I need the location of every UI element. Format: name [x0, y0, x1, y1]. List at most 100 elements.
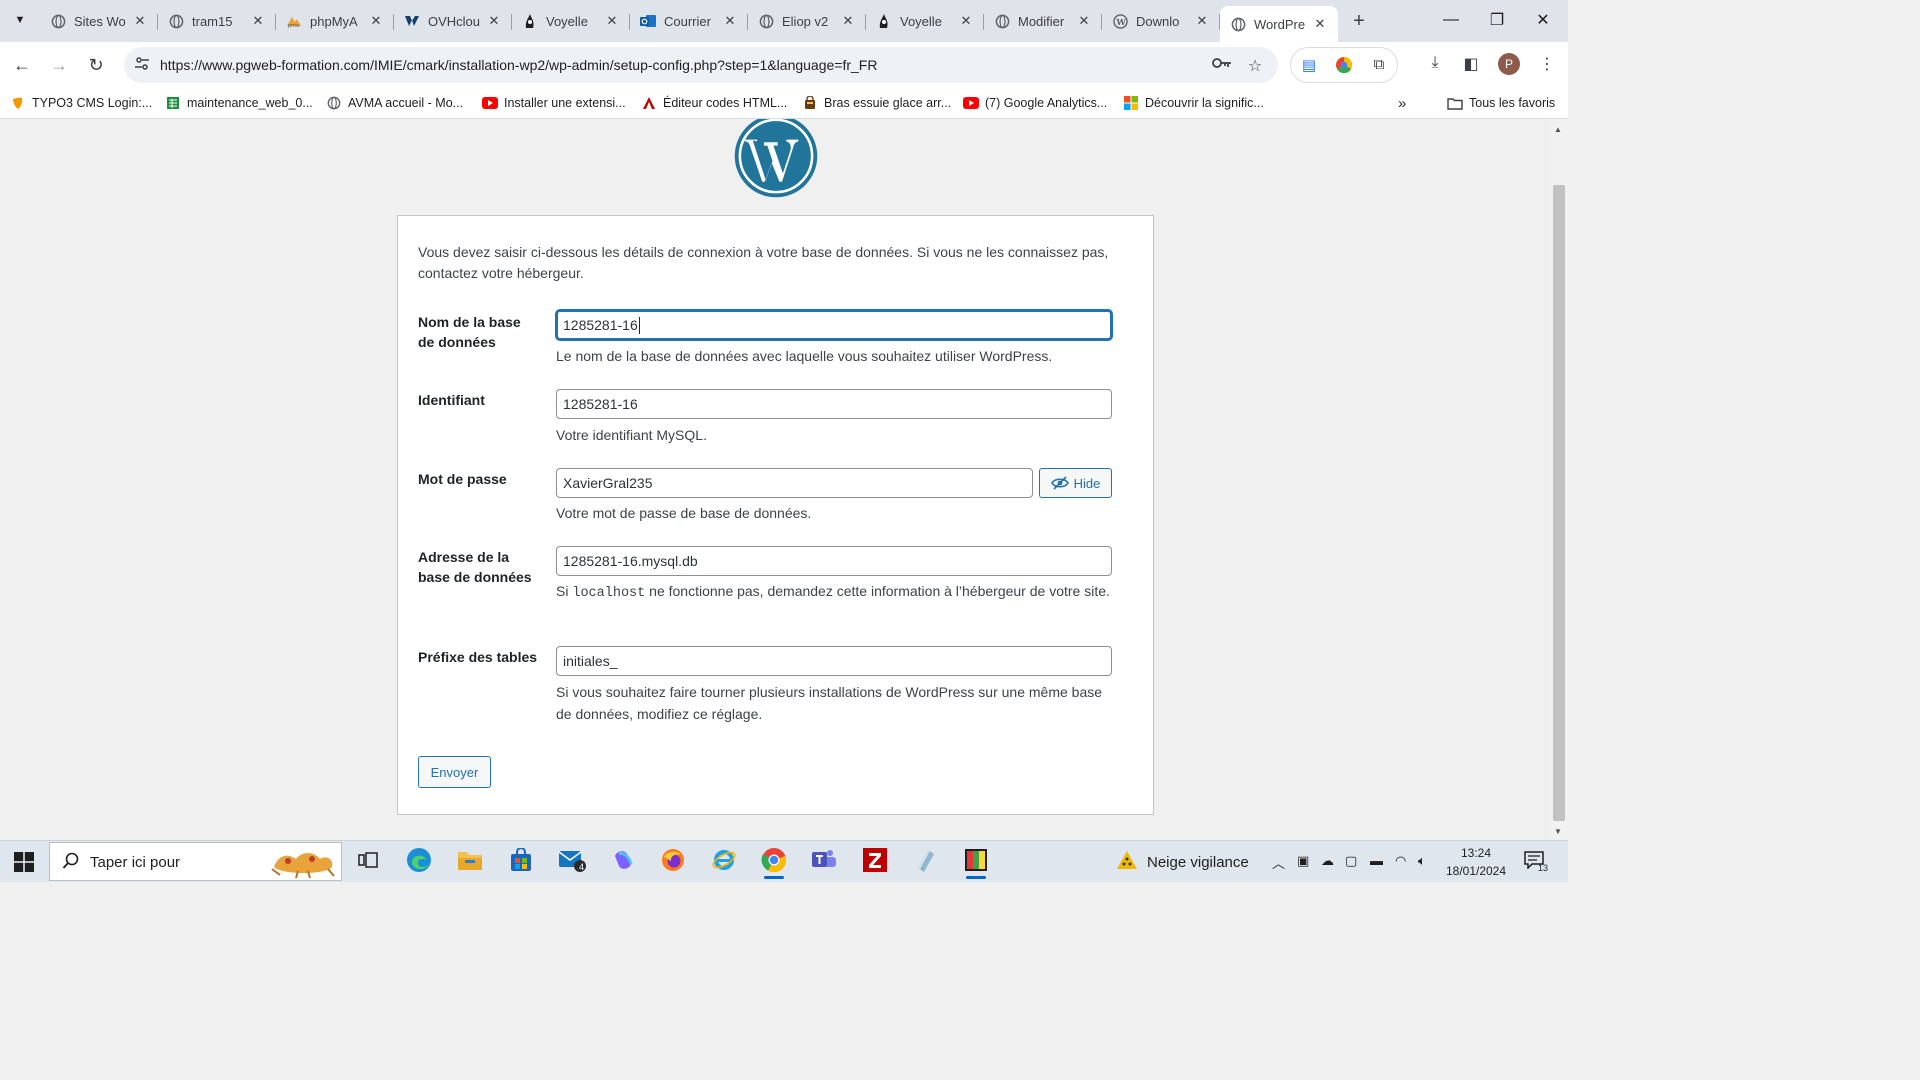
notepad-app[interactable] — [908, 845, 944, 879]
plus-icon: + — [1353, 9, 1365, 32]
system-clock[interactable]: 13:24 18/01/2024 — [1440, 844, 1512, 880]
close-window-button[interactable]: ✕ — [1520, 0, 1566, 40]
onedrive-icon[interactable]: ☁ — [1321, 853, 1334, 869]
tab-eliop[interactable]: Eliop v2 ✕ — [748, 6, 866, 36]
close-icon[interactable]: ✕ — [958, 13, 974, 29]
site-info-icon[interactable] — [134, 56, 152, 74]
windows-start-icon[interactable] — [14, 852, 34, 872]
bookmark-item[interactable]: AVMA accueil - Mo... — [326, 94, 463, 112]
password-label: Mot de passe — [418, 471, 507, 487]
weather-widget[interactable]: Neige vigilance — [1116, 849, 1249, 875]
close-icon[interactable]: ✕ — [1076, 13, 1092, 29]
close-icon[interactable]: ✕ — [368, 13, 384, 29]
bookmarks-bar: TYPO3 CMS Login:... maintenance_web_0...… — [0, 88, 1568, 119]
bookmark-item[interactable]: Éditeur codes HTML... — [641, 94, 787, 112]
dbhost-input[interactable]: 1285281-16.mysql.db — [556, 546, 1112, 576]
bookmark-item[interactable]: Découvrir la signific... — [1123, 94, 1264, 112]
back-button[interactable]: ← — [8, 51, 36, 79]
firefox-app[interactable] — [655, 845, 691, 879]
page-scrollbar[interactable]: ▲ ▼ — [1550, 119, 1568, 840]
close-icon[interactable]: ✕ — [250, 13, 266, 29]
key-icon[interactable] — [1212, 56, 1232, 76]
color-app[interactable] — [958, 845, 994, 879]
close-icon[interactable]: ✕ — [1194, 13, 1210, 29]
edge-app[interactable] — [401, 845, 437, 879]
tab-download[interactable]: W Downlo ✕ — [1102, 6, 1220, 36]
hide-password-button[interactable]: Hide — [1039, 468, 1112, 498]
store-app[interactable] — [503, 845, 539, 879]
bookmark-item[interactable]: TYPO3 CMS Login:... — [10, 94, 152, 112]
tab-voyelle-1[interactable]: Voyelle ✕ — [512, 6, 630, 36]
translate-extension-icon[interactable]: ▤ — [1299, 56, 1319, 76]
reload-button[interactable]: ↻ — [82, 51, 110, 79]
speaker-icon[interactable]: 🔈︎ — [1418, 853, 1426, 869]
tab-courrier[interactable]: Courrier ✕ — [630, 6, 748, 36]
side-panel-icon[interactable]: ◧ — [1460, 54, 1482, 76]
url-text[interactable]: https://www.pgweb-formation.com/IMIE/cma… — [160, 57, 877, 73]
display-icon[interactable]: ▢ — [1345, 853, 1357, 869]
bookmark-item[interactable]: maintenance_web_0... — [165, 94, 313, 112]
notification-center-button[interactable]: 13 — [1524, 851, 1550, 873]
minimize-button[interactable]: — — [1428, 0, 1474, 40]
tab-modifier[interactable]: Modifier ✕ — [984, 6, 1102, 36]
tab-title: Eliop v2 — [782, 13, 829, 29]
taskbar-search-box[interactable]: Taper ici pour — [49, 842, 342, 881]
password-input[interactable]: XavierGral235 — [556, 468, 1033, 498]
bookmark-item[interactable]: (7) Google Analytics... — [963, 94, 1107, 112]
menu-dots-icon[interactable]: ⋮ — [1536, 54, 1558, 76]
restore-button[interactable]: ❐ — [1474, 0, 1520, 40]
puzzle-icon[interactable]: ⧉ — [1369, 56, 1389, 76]
wifi-icon[interactable]: ◠ — [1395, 853, 1406, 869]
tab-tram15[interactable]: tram15 ✕ — [158, 6, 276, 36]
prefix-value: initiales_ — [563, 653, 618, 669]
folder-icon — [1447, 95, 1463, 111]
forward-button[interactable]: → — [45, 51, 73, 79]
wordpress-logo-icon[interactable] — [733, 119, 819, 199]
more-bookmarks-button[interactable]: » — [1398, 94, 1406, 112]
scroll-down-icon[interactable]: ▼ — [1554, 827, 1562, 836]
download-icon[interactable]: ⤓ — [1424, 54, 1446, 76]
chevron-up-icon[interactable]: ︿ — [1272, 853, 1285, 872]
internet-explorer-app[interactable] — [706, 845, 742, 879]
close-icon[interactable]: ✕ — [840, 13, 856, 29]
file-explorer-app[interactable] — [452, 845, 488, 879]
teams-app[interactable] — [806, 845, 842, 879]
close-icon[interactable]: ✕ — [604, 13, 620, 29]
address-bar[interactable]: https://www.pgweb-formation.com/IMIE/cma… — [124, 47, 1278, 83]
tab-phpmyadmin[interactable]: pma phpMyA ✕ — [276, 6, 394, 36]
meet-now-icon[interactable]: ▣ — [1297, 853, 1309, 869]
dbname-input[interactable]: 1285281-16 — [556, 310, 1112, 340]
chevron-double-right-icon: » — [1398, 94, 1407, 112]
new-tab-button[interactable]: + — [1344, 6, 1374, 36]
chrome-app[interactable] — [756, 845, 792, 879]
battery-icon[interactable]: ▬ — [1370, 853, 1383, 868]
tab-ovhcloud[interactable]: OVHclou ✕ — [394, 6, 512, 36]
chevron-down-icon: ▼ — [14, 14, 26, 26]
star-icon[interactable]: ☆ — [1245, 56, 1265, 76]
tab-search-button[interactable]: ▼ — [8, 8, 32, 32]
tab-sites[interactable]: Sites Wo ✕ — [40, 6, 158, 36]
tab-wordpress-active[interactable]: WordPre ✕ — [1220, 6, 1338, 42]
copilot-app[interactable] — [605, 845, 641, 879]
task-view-icon — [358, 851, 378, 874]
tab-voyelle-2[interactable]: Voyelle ✕ — [866, 6, 984, 36]
globe-icon — [758, 13, 774, 29]
color-picker-extension-icon[interactable] — [1334, 56, 1354, 76]
close-icon[interactable]: ✕ — [1312, 16, 1328, 32]
prefix-input[interactable]: initiales_ — [556, 646, 1112, 676]
close-icon[interactable]: ✕ — [486, 13, 502, 29]
bookmark-item[interactable]: Installer une extensi... — [482, 94, 626, 112]
scroll-thumb[interactable] — [1553, 185, 1565, 821]
submit-button[interactable]: Envoyer — [418, 756, 491, 788]
filezilla-app[interactable] — [857, 845, 893, 879]
task-view-button[interactable] — [350, 845, 386, 879]
sheets-icon — [165, 95, 181, 111]
bookmark-item[interactable]: Bras essuie glace arr... — [802, 94, 951, 112]
avatar[interactable]: P — [1498, 53, 1520, 75]
username-input[interactable]: 1285281-16 — [556, 389, 1112, 419]
close-icon[interactable]: ✕ — [132, 13, 148, 29]
all-bookmarks-button[interactable]: Tous les favoris — [1447, 94, 1555, 112]
mail-app[interactable]: 4 — [554, 845, 590, 879]
close-icon[interactable]: ✕ — [722, 13, 738, 29]
scroll-up-icon[interactable]: ▲ — [1554, 125, 1562, 134]
